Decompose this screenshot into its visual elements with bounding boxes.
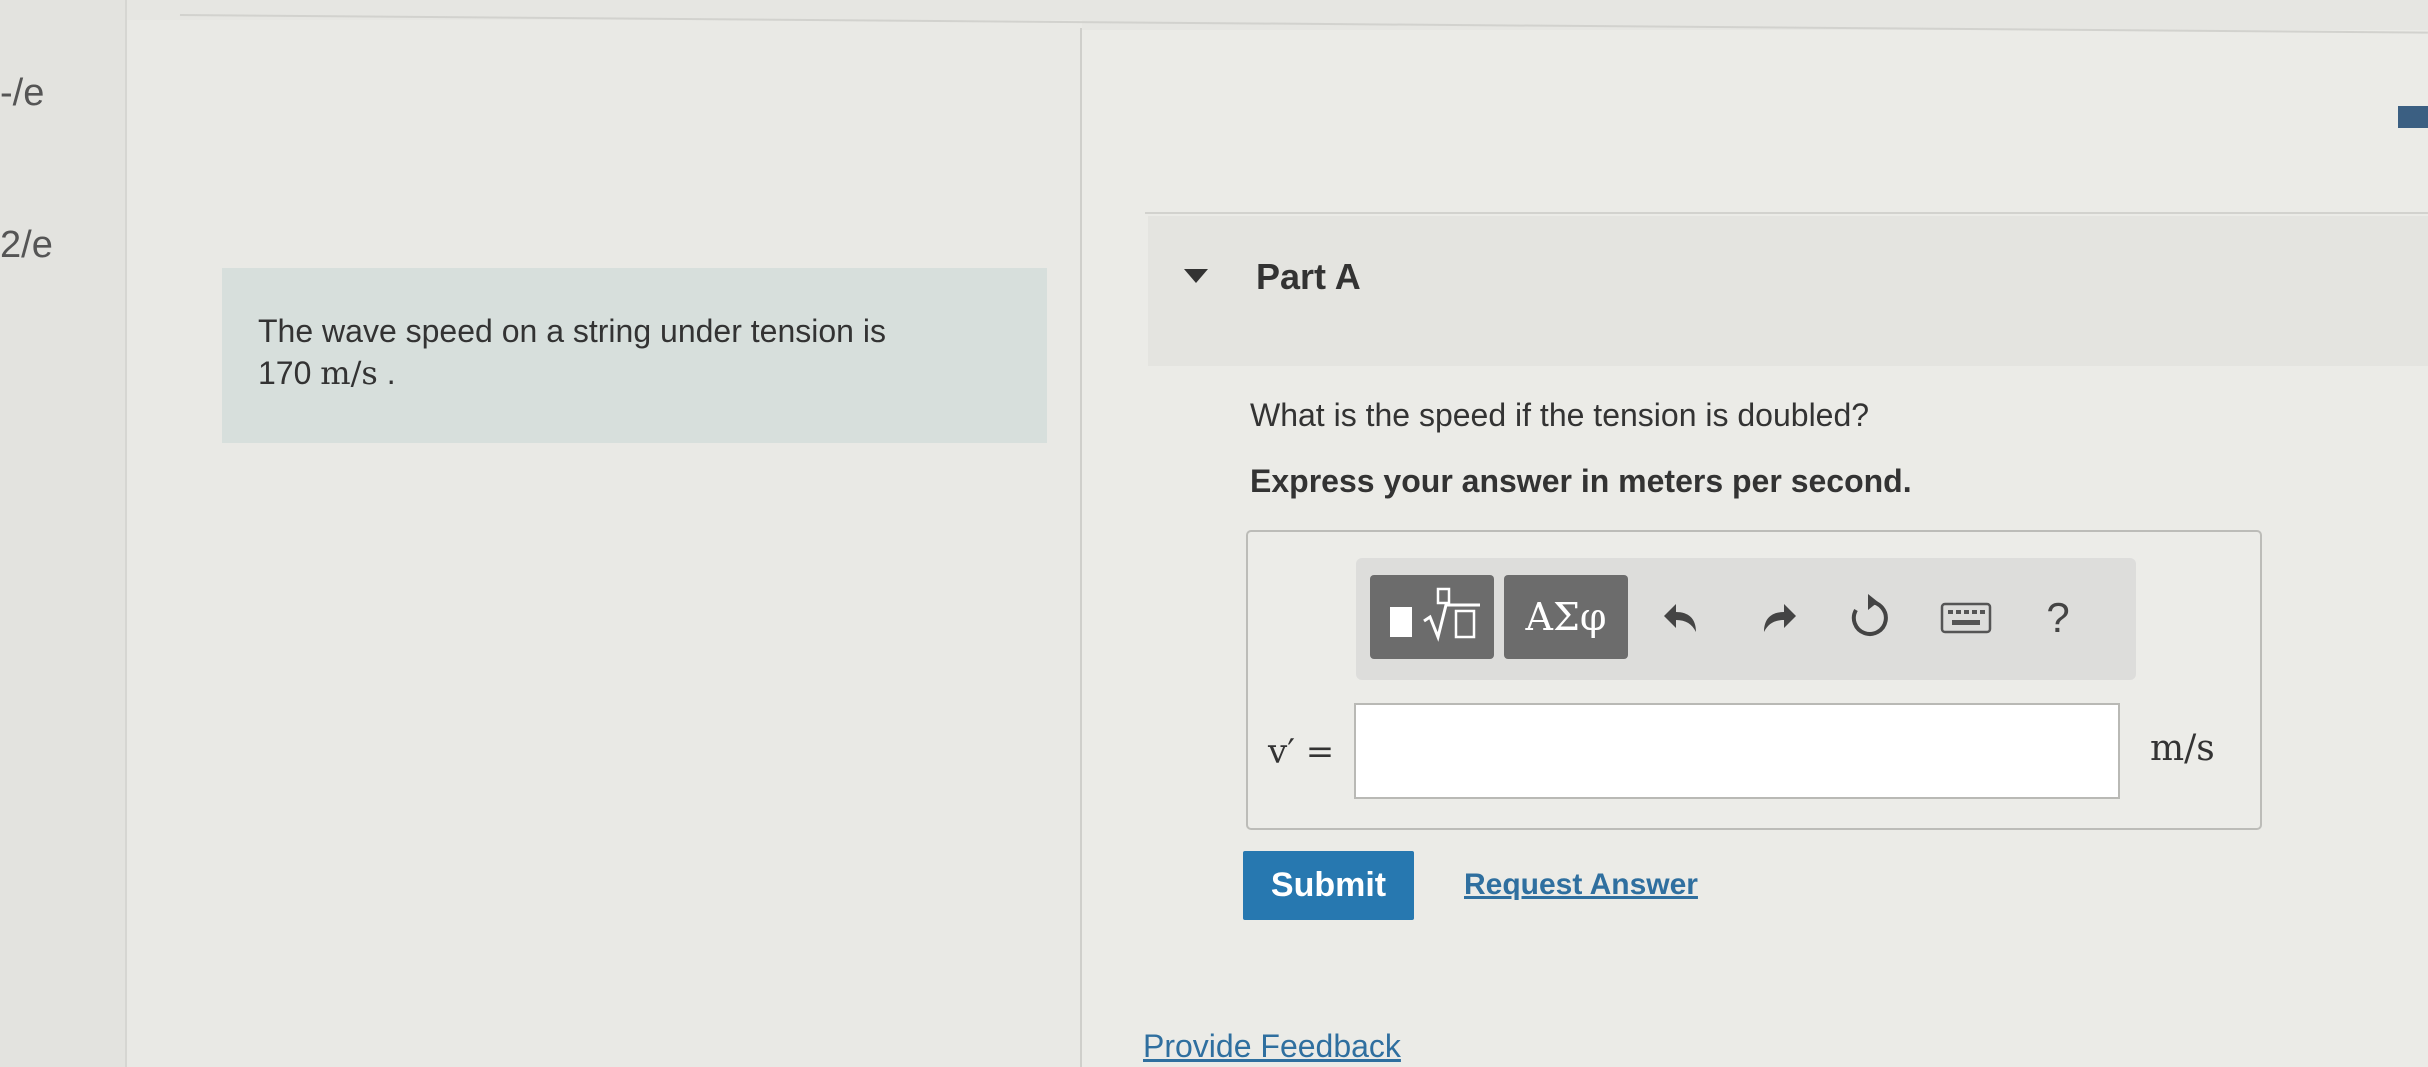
- reset-icon[interactable]: [1842, 590, 1898, 646]
- intro-suffix: .: [386, 355, 396, 391]
- intro-text: The wave speed on a string under tension…: [258, 313, 886, 349]
- keyboard-icon[interactable]: [1938, 590, 1994, 646]
- answer-input[interactable]: [1354, 703, 2120, 799]
- answer-variable-label: v′ =: [1268, 732, 1335, 772]
- provide-feedback-link[interactable]: Provide Feedback: [1143, 1028, 1401, 1065]
- problem-panel: [127, 20, 1082, 1067]
- sidebar-label-bottom: 2/e: [0, 224, 53, 266]
- intro-value: 170: [258, 355, 312, 391]
- redo-icon[interactable]: [1750, 590, 1806, 646]
- part-header-divider: [1145, 212, 2428, 214]
- template-icon: [1390, 607, 1412, 637]
- part-title[interactable]: Part A: [1256, 256, 1361, 298]
- intro-unit: m/s: [320, 354, 378, 392]
- request-answer-link[interactable]: Request Answer: [1464, 868, 1698, 902]
- answer-instruction: Express your answer in meters per second…: [1250, 463, 1912, 499]
- undo-icon[interactable]: [1654, 590, 1710, 646]
- radical-icon: [1423, 587, 1480, 642]
- submit-button[interactable]: Submit: [1243, 851, 1414, 920]
- answer-unit-label: m/s: [2150, 728, 2215, 769]
- left-sidebar: [0, 0, 125, 1067]
- greek-symbols-button[interactable]: ΑΣφ: [1504, 575, 1628, 659]
- sidebar-label-top: -/e: [0, 72, 45, 114]
- question-text: What is the speed if the tension is doub…: [1250, 397, 1870, 433]
- help-icon[interactable]: ?: [2030, 590, 2086, 646]
- panel-divider: [1080, 28, 1082, 1067]
- problem-intro: The wave speed on a string under tension…: [222, 268, 1047, 443]
- template-button[interactable]: [1370, 575, 1494, 659]
- collapse-triangle-icon[interactable]: [1184, 269, 1208, 283]
- corner-tab: [2398, 106, 2428, 128]
